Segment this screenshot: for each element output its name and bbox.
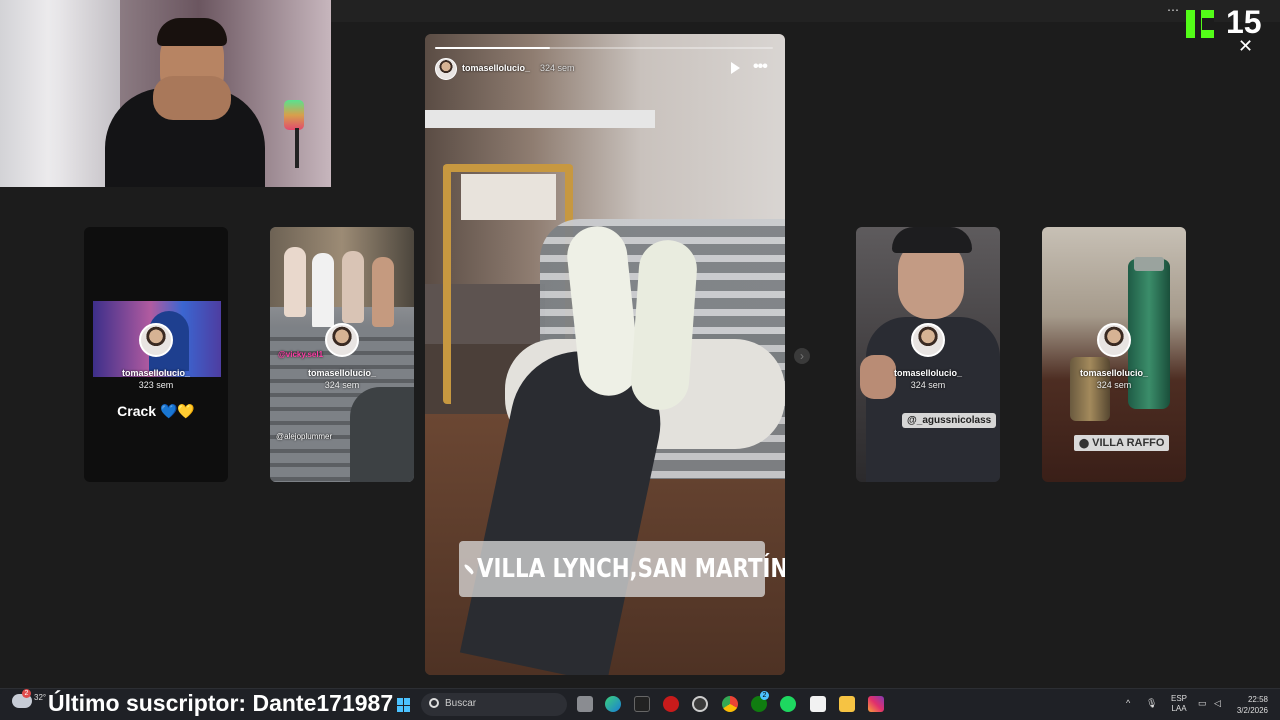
search-placeholder: Buscar [445,698,477,709]
active-story[interactable]: tomasellolucio_ 324 sem ••• VILLA LYNCH,… [425,34,785,675]
avatar [325,323,359,357]
file-icon[interactable] [577,696,593,712]
windows-start-icon[interactable] [397,698,411,712]
language-line-1: ESP [1171,694,1188,703]
language-indicator[interactable]: ESP LAA [1171,694,1187,714]
xbox-badge: 2 [760,691,769,700]
subscriber-label: Último suscriptor: Dante171987 [48,690,394,716]
story-thumbnail-username: tomasellolucio_ [121,368,191,378]
story-progress-bar [435,47,773,49]
edge-browser-icon[interactable] [605,696,621,712]
avatar [911,323,945,357]
webcam-overlay [0,0,331,187]
network-icon[interactable]: ▭ [1198,698,1207,709]
language-line-2: LAA [1171,704,1187,713]
story-progress-fill [435,47,550,49]
file-explorer-icon[interactable] [839,696,855,712]
location-sticker-text: VILLA LYNCH,SAN MARTÍN. [477,554,785,584]
webcam-curtain [0,0,120,187]
more-options-icon[interactable]: ••• [753,58,768,76]
close-icon[interactable]: ✕ [1238,36,1253,57]
location-pin-icon: ⬤ [1079,438,1090,448]
story-thumbnail-3[interactable]: tomasellolucio_ 324 sem @_agussnicolass [856,227,1000,482]
taskbar-search[interactable]: Buscar [421,693,567,716]
avatar [1097,323,1131,357]
screen: ⋯ tomasellolucio_ 323 sem Crack 💙💛 @vick… [0,0,1280,720]
capcut-icon[interactable] [810,696,826,712]
clock-date: 3/2/2026 [1236,706,1268,715]
story-header: tomasellolucio_ 324 sem ••• [435,58,775,80]
streamer [105,10,265,187]
story-thumbnail-image [278,247,408,329]
microphone-icon[interactable]: 🎙 [1146,698,1157,709]
mention-tag: @vicky.sel1 [278,350,324,359]
webcam-microphone [284,100,304,130]
location-sticker[interactable]: VILLA LYNCH,SAN MARTÍN. [459,541,785,597]
avatar[interactable] [435,58,457,80]
mention-tag: @_agussnicolass [902,413,997,428]
webcam-mic-stand [295,128,299,168]
story-thumbnail-age: 324 sem [324,380,360,390]
clock[interactable]: 22:58 3/2/2026 [1232,694,1268,716]
kick-logo-icon [1186,10,1214,38]
story-thumbnail-age: 324 sem [1096,380,1132,390]
story-age: 324 sem [540,63,575,73]
story-thumbnail-age: 324 sem [910,380,946,390]
chevron-right-icon[interactable]: › [794,348,810,364]
chrome-icon[interactable] [722,696,738,712]
spotify-icon[interactable] [780,696,796,712]
taskbar: 2 32° Último suscriptor: Dante171987 Bus… [0,688,1280,720]
story-thumbnail-2[interactable]: @vicky.sel1 tomasellolucio_ 324 sem @ale… [270,227,414,482]
obs-app-icon[interactable] [634,696,650,712]
story-thumbnail-username: tomasellolucio_ [1079,368,1149,378]
story-thumbnail-4[interactable]: tomasellolucio_ 324 sem ⬤ VILLA RAFFO [1042,227,1186,482]
volume-icon[interactable]: ◁ [1214,698,1221,709]
notification-badge: 2 [22,689,31,698]
steam-icon[interactable] [692,696,708,712]
location-pin-icon [463,563,475,575]
browser-menu-icon[interactable]: ⋯ [1167,3,1180,17]
avatar [139,323,173,357]
location-sticker: ⬤ VILLA RAFFO [1074,435,1170,451]
instagram-icon[interactable] [868,696,884,712]
story-thumbnail-caption: Crack 💙💛 [117,403,195,419]
story-thumbnail-age: 323 sem [138,380,174,390]
story-thumbnail-1[interactable]: tomasellolucio_ 323 sem Crack 💙💛 [84,227,228,482]
play-icon[interactable] [731,62,740,74]
search-icon [429,698,439,708]
story-username[interactable]: tomasellolucio_ [462,63,530,73]
story-thumbnail-username: tomasellolucio_ [307,368,377,378]
weather-temp: 32° [34,693,47,702]
mention-tag: @alejoplummer [276,432,333,441]
chevron-up-icon[interactable]: ^ [1126,698,1130,708]
sneaker-right [629,238,699,412]
story-thumbnail-username: tomasellolucio_ [893,368,963,378]
location-sticker-text: VILLA RAFFO [1092,437,1165,449]
record-app-icon[interactable] [663,696,679,712]
clock-time: 22:58 [1247,695,1268,704]
